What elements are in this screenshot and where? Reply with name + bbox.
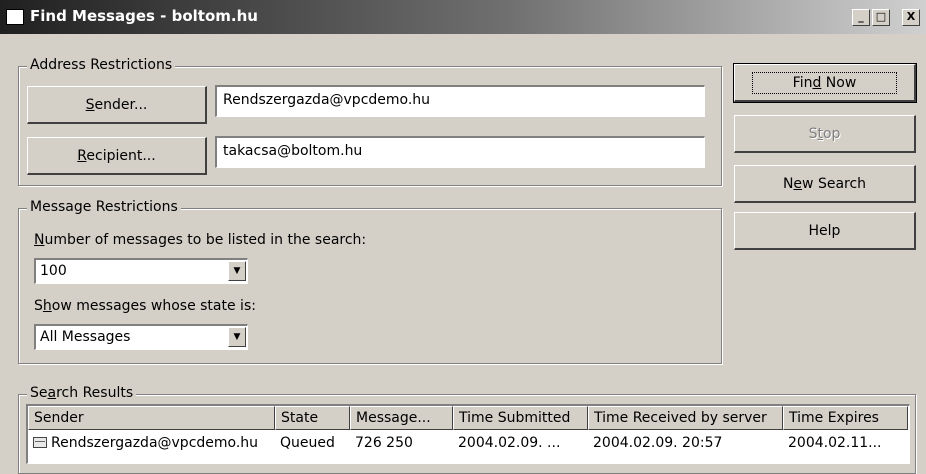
- search-results-label: Search Results: [27, 385, 137, 401]
- dropdown-arrow-icon[interactable]: ▼: [228, 261, 246, 281]
- new-search-button[interactable]: New Search: [734, 165, 916, 203]
- message-count-label: Number of messages to be listed in the s…: [34, 232, 367, 248]
- sender-button-label: Sender...: [85, 96, 148, 113]
- recipient-button[interactable]: Recipient...: [27, 137, 207, 175]
- message-restrictions-label: Message Restrictions: [27, 199, 181, 215]
- maximize-button[interactable]: □: [872, 9, 890, 26]
- title-bar: Find Messages - boltom.hu _ □ X: [0, 0, 926, 34]
- cell-time-expires: 2004.02.11...: [788, 435, 882, 451]
- address-restrictions-label: Address Restrictions: [27, 57, 176, 73]
- mail-message-icon: [33, 437, 47, 448]
- close-button[interactable]: X: [902, 9, 920, 26]
- sender-button[interactable]: Sender...: [27, 86, 207, 124]
- minimize-button[interactable]: _: [852, 9, 870, 26]
- column-header-time-received[interactable]: Time Received by server: [588, 406, 783, 430]
- message-count-value: 100: [40, 263, 67, 279]
- message-state-label: Show messages whose state is:: [34, 298, 256, 314]
- help-button[interactable]: Help: [734, 212, 916, 250]
- column-header-sender[interactable]: Sender: [28, 406, 275, 430]
- sender-field[interactable]: Rendszergazda@vpcdemo.hu: [215, 85, 705, 117]
- search-results-list[interactable]: Sender State Message... Time Submitted T…: [26, 404, 910, 464]
- find-now-button[interactable]: Find Now: [733, 63, 917, 103]
- column-header-time-submitted[interactable]: Time Submitted: [453, 406, 588, 430]
- message-count-select[interactable]: 100 ▼: [34, 258, 248, 284]
- cell-time-received: 2004.02.09. 20:57: [593, 435, 723, 451]
- stop-label: Stop: [808, 125, 841, 142]
- message-state-select[interactable]: All Messages ▼: [34, 324, 248, 350]
- cell-message: 726 250: [355, 435, 413, 451]
- message-state-value: All Messages: [40, 329, 131, 345]
- column-header-state[interactable]: State: [275, 406, 350, 430]
- column-header-message[interactable]: Message...: [350, 406, 453, 430]
- new-search-label: New Search: [782, 175, 867, 192]
- dropdown-arrow-icon[interactable]: ▼: [228, 327, 246, 347]
- cell-time-submitted: 2004.02.09. ...: [458, 435, 561, 451]
- cell-state: Queued: [280, 435, 335, 451]
- column-header-time-expires[interactable]: Time Expires: [783, 406, 908, 430]
- recipient-field[interactable]: takacsa@boltom.hu: [215, 136, 705, 168]
- window-title: Find Messages - boltom.hu: [30, 7, 258, 25]
- find-now-label: Find Now: [751, 71, 898, 94]
- cell-sender: Rendszergazda@vpcdemo.hu: [28, 433, 275, 453]
- window-icon: [6, 9, 24, 25]
- recipient-button-label: Recipient...: [77, 147, 156, 164]
- stop-button[interactable]: Stop: [734, 115, 916, 153]
